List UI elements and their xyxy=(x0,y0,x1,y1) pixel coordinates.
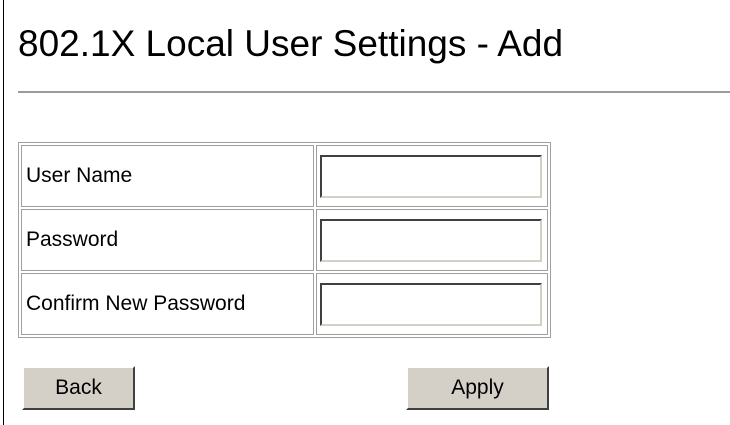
page-frame: 802.1X Local User Settings - Add User Na… xyxy=(0,0,730,425)
user-name-cell xyxy=(316,145,548,207)
password-cell xyxy=(316,209,548,271)
confirm-password-cell xyxy=(316,273,548,335)
title-divider xyxy=(18,91,730,93)
user-name-input[interactable] xyxy=(320,154,542,198)
user-settings-form: User Name Password Confirm New Password xyxy=(18,142,551,338)
form-row-password: Password xyxy=(21,209,548,271)
apply-button[interactable]: Apply xyxy=(406,366,549,410)
window-left-border xyxy=(3,0,4,425)
password-input[interactable] xyxy=(320,218,542,262)
back-button[interactable]: Back xyxy=(22,366,135,410)
password-label: Password xyxy=(21,209,314,271)
user-name-label: User Name xyxy=(21,145,314,207)
form-row-user-name: User Name xyxy=(21,145,548,207)
form-row-confirm-password: Confirm New Password xyxy=(21,273,548,335)
confirm-password-input[interactable] xyxy=(320,282,542,326)
page-title: 802.1X Local User Settings - Add xyxy=(18,23,564,64)
confirm-password-label: Confirm New Password xyxy=(21,273,314,335)
